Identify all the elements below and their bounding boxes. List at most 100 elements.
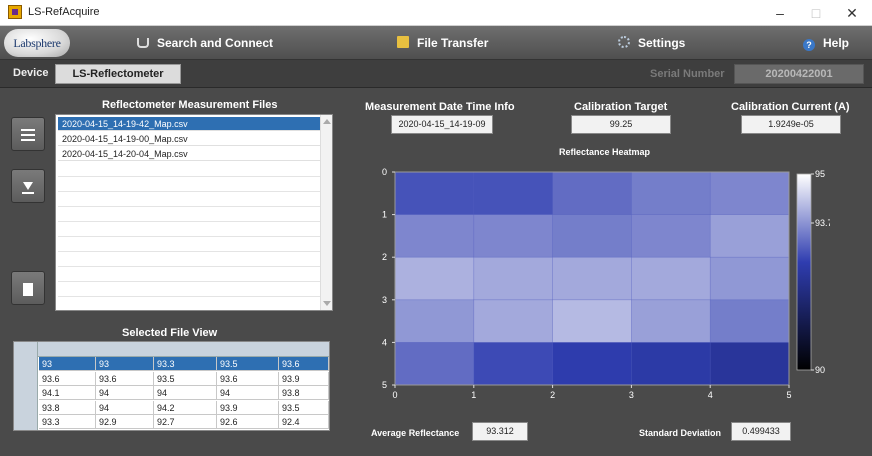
- standard-deviation-label: Standard Deviation: [639, 428, 722, 438]
- maximize-button[interactable]: □: [802, 3, 830, 23]
- heatmap-cell: [552, 342, 632, 386]
- table-cell[interactable]: 93.5: [154, 371, 217, 386]
- colorbar: [796, 173, 812, 371]
- row-header-column: [14, 342, 38, 430]
- empty-list-row: [58, 266, 320, 267]
- table-cell[interactable]: 92.6: [217, 415, 279, 429]
- table-cell[interactable]: 92.7: [154, 415, 217, 429]
- heatmap-cell: [631, 214, 711, 258]
- heatmap-cell: [552, 172, 632, 216]
- empty-list-row: [58, 221, 320, 222]
- table-cell[interactable]: 93.3: [39, 415, 96, 429]
- nav-file-label: File Transfer: [417, 36, 489, 50]
- standard-deviation-field: 0.499433: [731, 422, 791, 441]
- table-cell[interactable]: 94: [96, 400, 154, 415]
- nav-help-label: Help: [823, 36, 850, 50]
- table-cell[interactable]: 93: [96, 357, 154, 371]
- table-cell[interactable]: 93: [39, 357, 96, 371]
- column-header-row: [14, 342, 329, 357]
- heatmap-cell: [473, 214, 554, 258]
- device-bar: Device LS-Reflectometer Serial Number 20…: [0, 60, 872, 88]
- table-cell[interactable]: 93.5: [217, 357, 279, 371]
- device-label: Device: [13, 67, 49, 79]
- heatmap-cell: [710, 214, 790, 258]
- table-cell[interactable]: 94: [217, 386, 279, 400]
- table-cell[interactable]: 93.6: [96, 371, 154, 386]
- file-list-item[interactable]: 2020-04-15_14-20-04_Map.csv: [58, 147, 320, 161]
- empty-list-row: [58, 281, 320, 282]
- download-button[interactable]: [11, 169, 45, 203]
- heatmap-title: Reflectance Heatmap: [559, 147, 651, 157]
- gear-icon: [618, 36, 630, 48]
- heatmap-cell: [631, 299, 711, 343]
- table-cell[interactable]: 93.9: [217, 400, 279, 415]
- empty-list-row: [58, 191, 320, 192]
- nav-settings[interactable]: Settings: [618, 34, 685, 52]
- x-tick-label: 1: [471, 390, 476, 400]
- title-bar: LS-RefAcquire – □ ✕: [0, 0, 872, 26]
- device-field[interactable]: LS-Reflectometer: [55, 64, 181, 84]
- table-cell[interactable]: 94: [96, 386, 154, 400]
- empty-list-row: [58, 296, 320, 297]
- x-tick-label: 0: [392, 390, 397, 400]
- colorbar-tick-label: 93.75: [815, 218, 830, 228]
- file-list-item[interactable]: 2020-04-15_14-19-42_Map.csv: [58, 117, 320, 131]
- heatmap-cell: [552, 299, 632, 343]
- nav-search-and-connect[interactable]: Search and Connect: [137, 34, 273, 52]
- heatmap-cell: [395, 172, 475, 216]
- file-list[interactable]: 2020-04-15_14-19-42_Map.csv 2020-04-15_14…: [55, 114, 333, 311]
- labsphere-logo: Labsphere: [4, 29, 70, 57]
- window-title: LS-RefAcquire: [28, 6, 100, 18]
- main-nav: Labsphere Search and Connect File Transf…: [0, 26, 872, 60]
- list-files-button[interactable]: [11, 117, 45, 151]
- table-cell[interactable]: 93.6: [39, 371, 96, 386]
- heatmap-cell: [710, 342, 790, 386]
- table-cell[interactable]: 93.3: [154, 357, 217, 371]
- heatmap-cell: [473, 172, 554, 216]
- empty-list-row: [58, 251, 320, 252]
- heatmap-cell: [395, 342, 475, 386]
- table-cell[interactable]: 94: [154, 386, 217, 400]
- nav-file-transfer[interactable]: File Transfer: [397, 34, 488, 52]
- delete-button[interactable]: [11, 271, 45, 305]
- y-tick-label: 3: [382, 295, 387, 305]
- heatmap-cell: [631, 342, 711, 386]
- list-icon: [21, 129, 35, 141]
- files-title: Reflectometer Measurement Files: [102, 99, 278, 111]
- nav-help[interactable]: ? Help: [803, 34, 849, 52]
- table-cell[interactable]: 93.6: [217, 371, 279, 386]
- y-tick-label: 1: [382, 210, 387, 220]
- table-cell[interactable]: 93.6: [279, 357, 329, 371]
- reflectance-heatmap: 0123450123459593.7590: [382, 167, 830, 400]
- folder-icon: [397, 36, 409, 48]
- table-cell[interactable]: 93.5: [279, 400, 329, 415]
- nav-settings-label: Settings: [638, 36, 686, 50]
- table-cell[interactable]: 92.4: [279, 415, 329, 429]
- x-tick-label: 2: [550, 390, 555, 400]
- table-cell[interactable]: 93.9: [279, 371, 329, 386]
- average-reflectance-label: Average Reflectance: [371, 428, 460, 438]
- scroll-up-icon[interactable]: [323, 119, 331, 124]
- x-tick-label: 4: [708, 390, 713, 400]
- table-cell[interactable]: 93.8: [279, 386, 329, 400]
- table-cell[interactable]: 94.2: [154, 400, 217, 415]
- file-list-scrollbar[interactable]: [320, 115, 332, 310]
- datetime-label: Measurement Date Time Info: [365, 101, 515, 113]
- close-button[interactable]: ✕: [838, 3, 866, 23]
- file-list-item[interactable]: 2020-04-15_14-19-00_Map.csv: [58, 132, 320, 146]
- colorbar-tick-label: 90: [815, 365, 825, 375]
- serial-number-label: Serial Number: [650, 68, 725, 80]
- datetime-field: 2020-04-15_14-19-09: [391, 115, 493, 134]
- minimize-button[interactable]: –: [766, 3, 794, 23]
- empty-list-row: [58, 206, 320, 207]
- calibration-target-label: Calibration Target: [574, 101, 668, 113]
- table-cell[interactable]: 92.9: [96, 415, 154, 429]
- table-cell[interactable]: 94.1: [39, 386, 96, 400]
- scroll-down-icon[interactable]: [323, 301, 331, 306]
- download-icon: [22, 180, 34, 194]
- app-icon: [8, 5, 22, 19]
- table-cell[interactable]: 93.8: [39, 400, 96, 415]
- heatmap-cell: [710, 257, 790, 301]
- y-tick-label: 0: [382, 167, 387, 177]
- calibration-current-field: 1.9249e-05: [741, 115, 841, 134]
